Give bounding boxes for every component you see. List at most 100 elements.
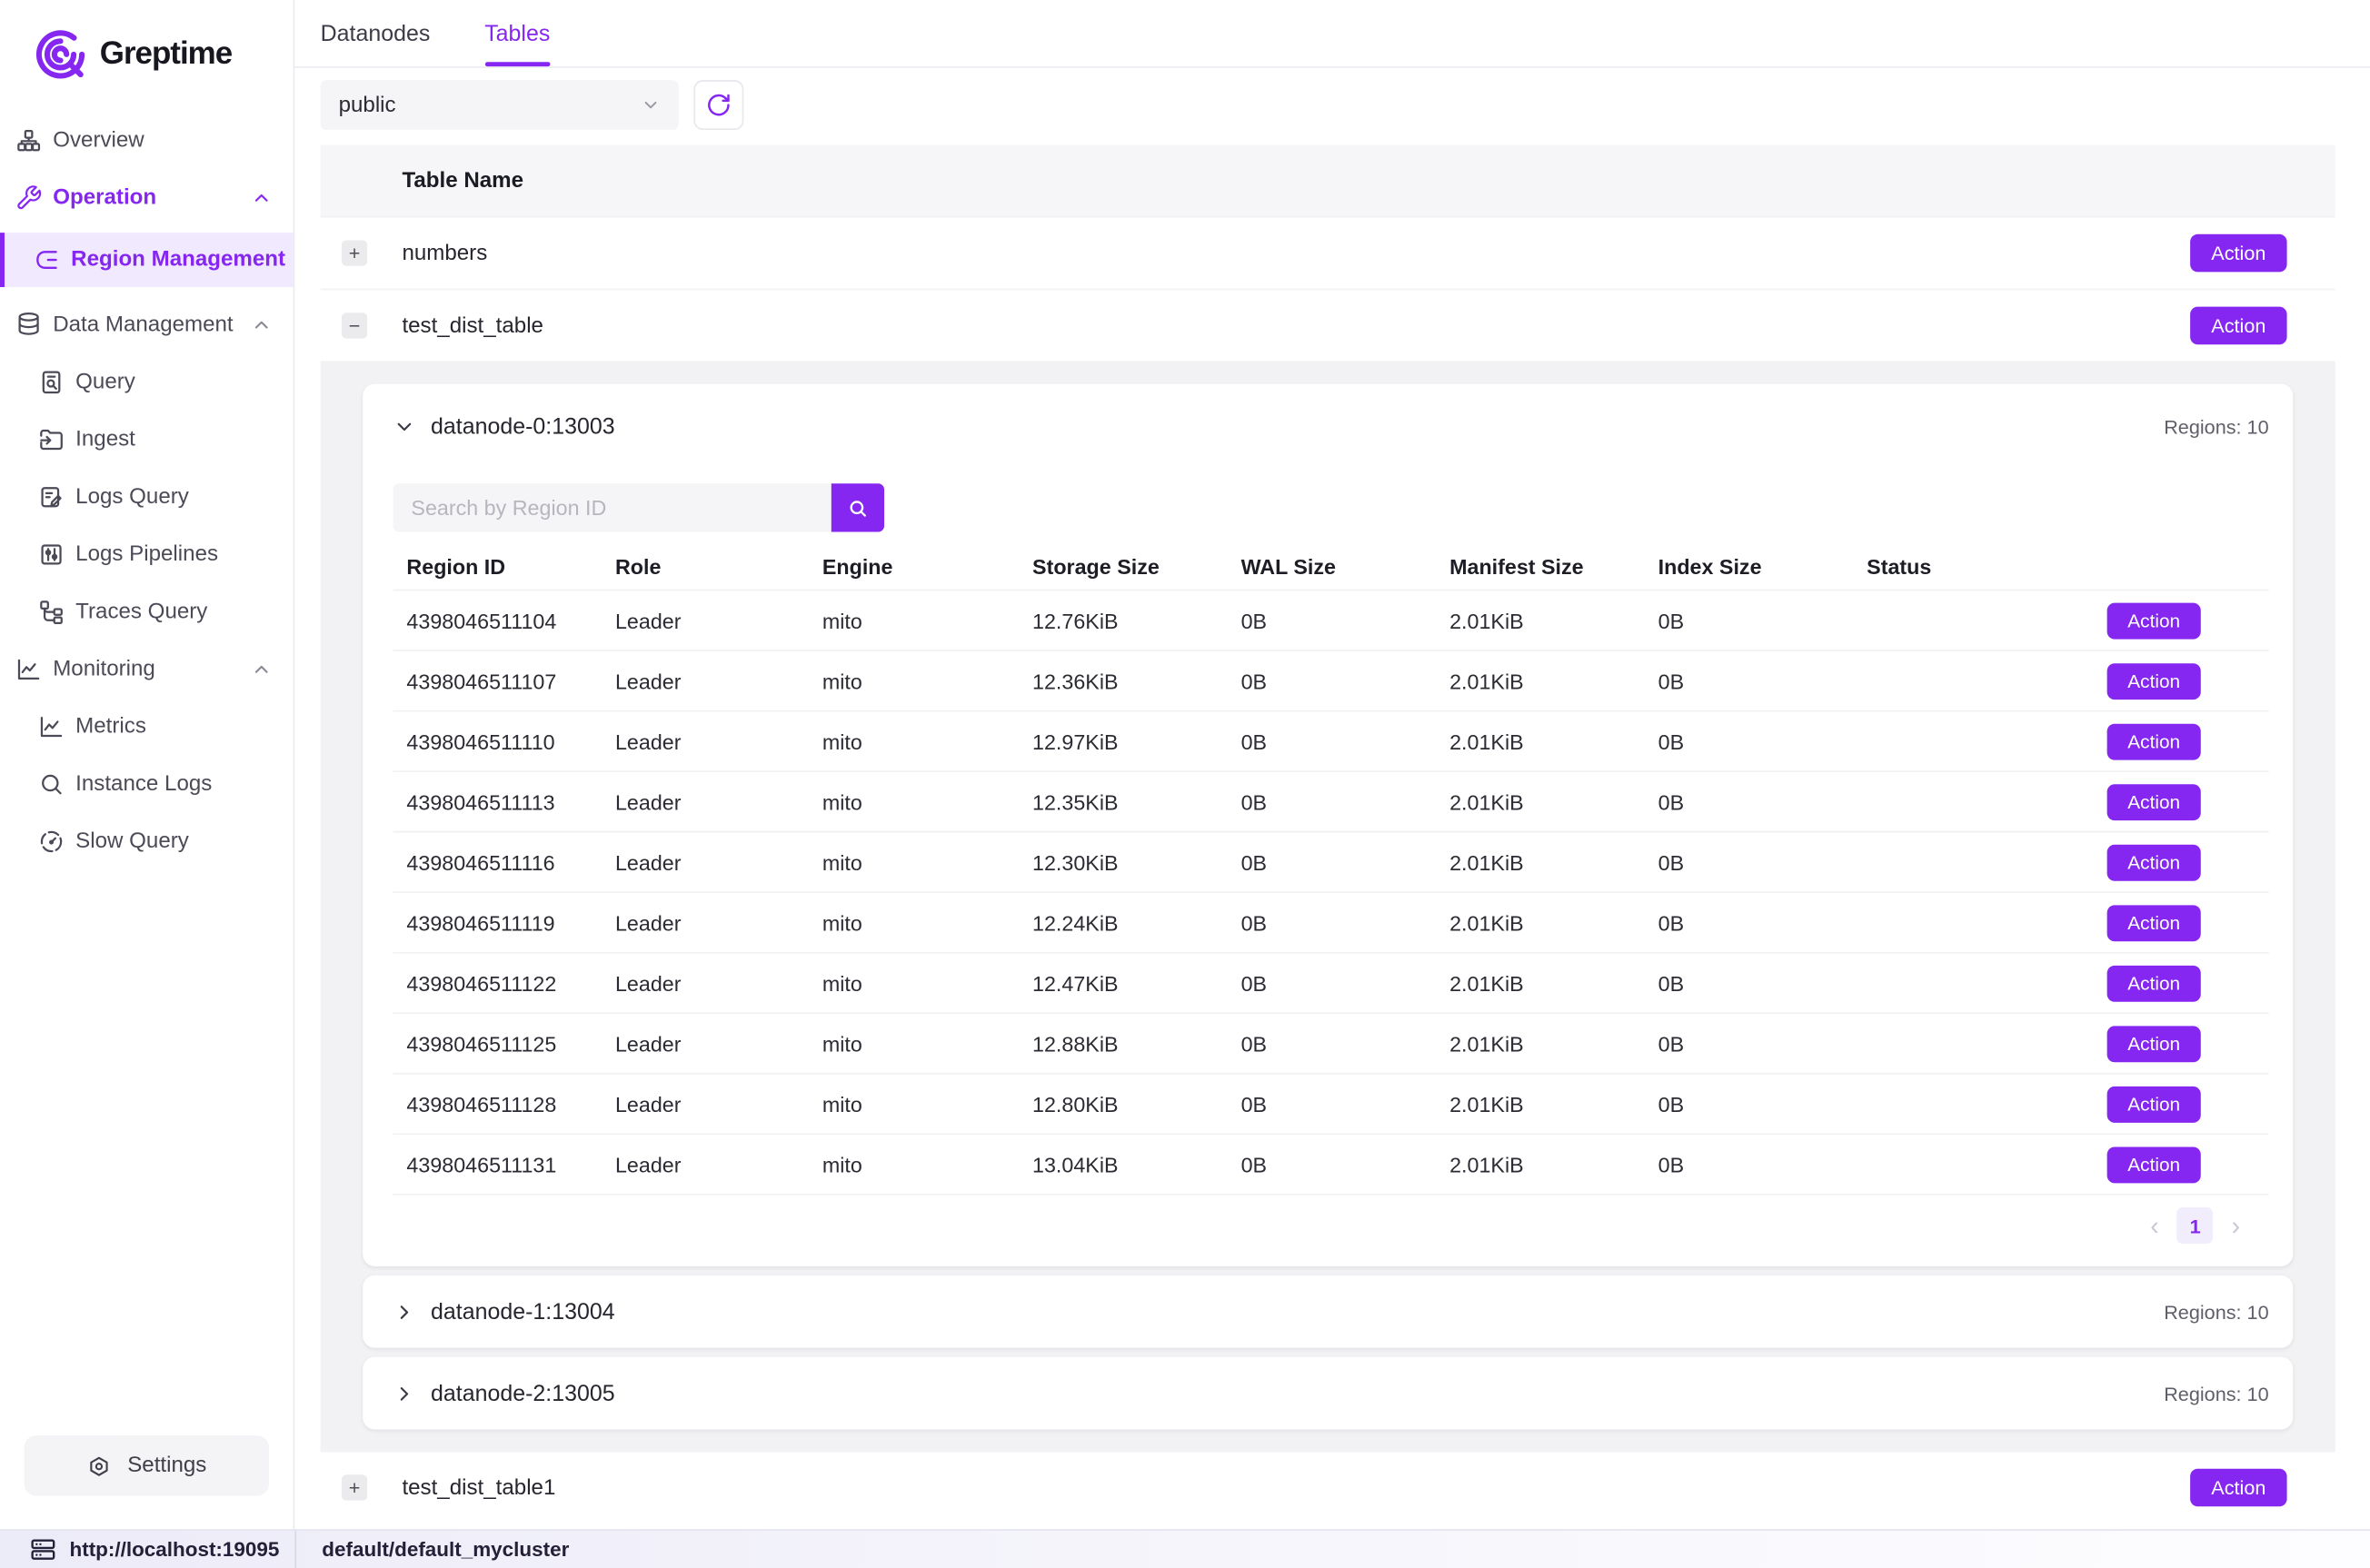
sliders-icon [38,541,65,568]
region-cell: 2.01KiB [1436,971,1645,996]
refresh-button[interactable] [693,80,743,130]
chevron-down-icon [641,95,661,115]
pagination-next-icon[interactable]: › [2232,1213,2240,1238]
server-url-selector[interactable]: http://localhost:19095 [0,1531,296,1568]
file-edit-icon [38,483,65,511]
region-action-button[interactable]: Action [2107,904,2201,940]
region-cell: 0B [1645,669,1854,693]
region-cell: 0B [1228,669,1437,693]
region-cell: mito [809,608,1019,632]
region-cell: Leader [602,789,809,814]
region-cell: 0B [1228,971,1437,996]
region-action-button[interactable]: Action [2107,1026,2201,1062]
region-cell: mito [809,910,1019,935]
region-cell: 4398046511110 [393,729,602,754]
region-cell: 4398046511131 [393,1152,602,1176]
pagination-prev-icon[interactable]: ‹ [2150,1213,2158,1238]
region-cell: 12.76KiB [1019,608,1228,632]
sidebar-item-instance-logs[interactable]: Instance Logs [12,761,281,807]
table-name: test_dist_table1 [402,1475,555,1500]
region-cell: Leader [602,729,809,754]
region-table: Region IDRoleEngineStorage SizeWAL SizeM… [393,544,2268,1244]
app: Greptime Overview Operation [0,0,2370,1568]
sidebar-group-label: Monitoring [53,658,155,682]
region-cell: mito [809,789,1019,814]
region-action-button[interactable]: Action [2107,1146,2201,1183]
table-expanded-zone: datanode-0:13003 Regions: 10 [321,362,2335,1451]
region-cell: 0B [1228,789,1437,814]
chevron-down-icon[interactable] [393,415,415,438]
database-icon [15,312,43,339]
region-action-button[interactable]: Action [2107,783,2201,819]
region-search-input[interactable] [393,483,831,531]
sidebar-item-logs-pipelines[interactable]: Logs Pipelines [12,531,281,577]
region-cell: 0B [1645,1031,1854,1056]
sidebar-item-traces-query[interactable]: Traces Query [12,590,281,635]
region-action-button[interactable]: Action [2107,602,2201,639]
region-action-button[interactable]: Action [2107,1086,2201,1122]
gear-icon [86,1453,112,1478]
region-cell: Leader [602,1092,809,1116]
search-icon [846,496,869,519]
server-url: http://localhost:19095 [70,1538,280,1561]
datanode-header[interactable]: datanode-0:13003 Regions: 10 [393,408,2268,444]
region-rows: 4398046511104Leadermito12.76KiB0B2.01KiB… [393,590,2268,1196]
region-cell: 0B [1228,1031,1437,1056]
sidebar-item-region-management[interactable]: Region Management [0,233,294,287]
region-cell: 0B [1645,789,1854,814]
region-cell: 4398046511104 [393,608,602,632]
region-cell: 12.36KiB [1019,669,1228,693]
region-cell: 4398046511125 [393,1031,602,1056]
table-action-button[interactable]: Action [2190,307,2286,345]
gauge-icon [38,828,65,855]
region-action-button[interactable]: Action [2107,662,2201,699]
brand-logo: Greptime [0,0,294,94]
region-cell: Leader [602,1031,809,1056]
sidebar-item-logs-query[interactable]: Logs Query [12,474,281,520]
regions-count: Regions: 10 [2164,415,2268,438]
region-row: 4398046511131Leadermito13.04KiB0B2.01KiB… [393,1133,2268,1194]
sidebar-item-label: Ingest [75,428,135,452]
region-column-header: Manifest Size [1436,554,1645,579]
sidebar-group-label: Operation [53,186,156,211]
table-action-button[interactable]: Action [2190,234,2286,273]
region-row: 4398046511110Leadermito12.97KiB0B2.01KiB… [393,710,2268,771]
region-action-button[interactable]: Action [2107,844,2201,880]
database-select[interactable]: public [321,80,679,130]
region-cell: Leader [602,850,809,875]
chevron-up-icon [251,187,272,208]
sidebar-group-monitoring[interactable]: Monitoring [12,647,281,692]
expand-icon[interactable]: + [342,240,367,265]
sidebar-item-overview[interactable]: Overview [12,118,281,164]
collapse-icon[interactable]: − [342,313,367,338]
region-cell: mito [809,1092,1019,1116]
region-cell: 12.35KiB [1019,789,1228,814]
sidebar-group-data-management[interactable]: Data Management [12,303,281,348]
refresh-icon [706,92,732,117]
sidebar-item-slow-query[interactable]: Slow Query [12,819,281,865]
region-cell: Leader [602,608,809,632]
tree-branch-icon [38,599,65,626]
expand-icon[interactable]: + [342,1474,367,1500]
sidebar-item-ingest[interactable]: Ingest [12,417,281,462]
region-action-button[interactable]: Action [2107,723,2201,759]
sidebar-group-operation[interactable]: Operation [12,175,281,221]
table-action-button[interactable]: Action [2190,1469,2286,1507]
region-cell: mito [809,850,1019,875]
region-cell: 4398046511107 [393,669,602,693]
region-search-button[interactable] [831,483,884,531]
settings-button[interactable]: Settings [25,1435,269,1496]
sidebar-item-metrics[interactable]: Metrics [12,704,281,749]
tab-tables[interactable]: Tables [484,0,550,66]
pagination-page-1[interactable]: 1 [2177,1207,2214,1244]
region-cell: mito [809,669,1019,693]
datanode-panel-collapsed[interactable]: datanode-2:13005 Regions: 10 [363,1357,2293,1430]
region-cell: 12.24KiB [1019,910,1228,935]
region-cell: Leader [602,910,809,935]
datanode-panel-collapsed[interactable]: datanode-1:13004 Regions: 10 [363,1275,2293,1348]
tab-datanodes[interactable]: Datanodes [321,0,431,66]
table-name-column-header: Table Name [402,168,523,193]
sidebar-item-query[interactable]: Query [12,360,281,405]
overview-icon [15,127,43,154]
region-action-button[interactable]: Action [2107,965,2201,1001]
